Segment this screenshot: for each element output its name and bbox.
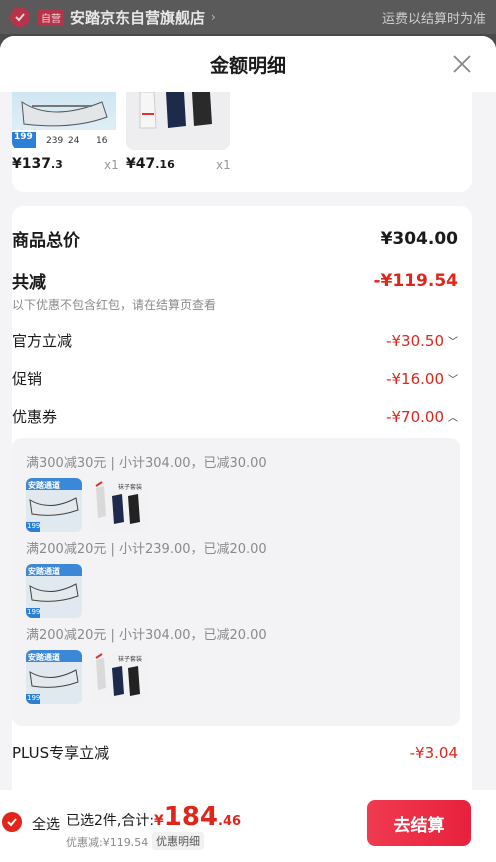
- shoe-num-1: 239: [46, 136, 64, 146]
- promotion-label: 促销: [12, 370, 43, 388]
- shoe-thumb: 安踏通道 199: [26, 564, 82, 618]
- socks-qty: x1: [216, 158, 231, 172]
- discount-detail-button[interactable]: 优惠明细: [152, 832, 204, 850]
- store-name[interactable]: 安踏京东自营旗舰店: [70, 7, 205, 28]
- close-icon[interactable]: [448, 50, 476, 78]
- shoe-thumbnail: 199 239 24 16: [12, 92, 116, 150]
- total-reduce-label: 共减: [12, 273, 46, 293]
- chevron-up-icon: ︿: [448, 413, 458, 424]
- store-arrow-icon: ›: [211, 10, 216, 24]
- total-reduce-row: 共减 -¥119.54: [12, 268, 472, 294]
- total-price: ¥184.46: [154, 802, 242, 832]
- chevron-down-icon: ﹀: [448, 337, 458, 348]
- shoe-qty: x1: [104, 158, 119, 172]
- shoe-price: ¥137.3: [12, 156, 63, 172]
- coupon-3-thumbs: 安踏通道 199 袜子套装: [26, 650, 146, 704]
- official-reduce-row[interactable]: 官方立减 -¥30.50 ﹀: [12, 330, 472, 351]
- coupon-value: -¥70.00 ︿: [386, 407, 458, 426]
- socks-thumb: 袜子套装: [90, 478, 146, 532]
- official-reduce-value: -¥30.50 ﹀: [386, 331, 458, 350]
- chevron-down-icon: ﹀: [448, 375, 458, 386]
- coupon-detail-box: 满300减30元 | 小计304.00，已减30.00 安踏通道 199 袜子套…: [12, 438, 460, 726]
- plus-reduce-value: -¥3.04: [409, 743, 458, 762]
- coupon-line-1: 满300减30元 | 小计304.00，已减30.00: [26, 456, 267, 471]
- shoe-price-tag: 199: [14, 132, 33, 142]
- coupon-2-thumbs: 安踏通道 199: [26, 564, 82, 618]
- product-shoe[interactable]: 199 239 24 16 ¥137.3 x1: [12, 92, 119, 172]
- select-all-check-icon[interactable]: [2, 812, 22, 832]
- coupon-row[interactable]: 优惠券 -¥70.00 ︿: [12, 406, 472, 427]
- select-all-label[interactable]: 全选: [32, 814, 60, 834]
- sheet-header: 金额明细: [0, 36, 496, 92]
- checkout-bar: 全选 已选2件,合计: ¥184.46 优惠减:¥119.54 优惠明细 去结算: [0, 790, 496, 862]
- coupon-1-thumbs: 安踏通道 199 袜子套装: [26, 478, 146, 532]
- total-reduce-value: -¥119.54: [373, 270, 459, 291]
- coupon-label: 优惠券: [12, 408, 58, 426]
- socks-thumb: 袜子套装: [90, 650, 146, 704]
- plus-reduce-label: PLUS专享立减: [12, 744, 110, 762]
- store-check-icon[interactable]: [10, 7, 30, 27]
- sheet-title: 金额明细: [209, 54, 286, 77]
- shoe-thumb: 安踏通道 199: [26, 650, 82, 704]
- promotion-value: -¥16.00 ﹀: [386, 369, 458, 388]
- reduce-note: 以下优惠不包含红包，请在结算页查看: [12, 298, 217, 312]
- coupon-line-2: 满200减20元 | 小计239.00，已减20.00: [26, 542, 267, 557]
- official-reduce-label: 官方立减: [12, 332, 73, 350]
- goods-total-row: 商品总价 ¥304.00: [12, 226, 472, 252]
- self-operated-badge: 自营: [38, 8, 64, 26]
- checkout-button[interactable]: 去结算: [367, 800, 471, 846]
- socks-price: ¥47.16: [126, 156, 175, 172]
- shoe-thumb: 安踏通道 199: [26, 478, 82, 532]
- saved-amount: 优惠减:¥119.54: [66, 836, 149, 849]
- amount-detail-sheet: 金额明细 199 239 24 16 ¥137.3 x1 ¥47.16 x1 商…: [0, 36, 496, 862]
- coupon-line-3: 满200减20元 | 小计304.00，已减20.00: [26, 628, 267, 643]
- goods-total-label: 商品总价: [12, 231, 80, 251]
- promotion-row[interactable]: 促销 -¥16.00 ﹀: [12, 368, 472, 389]
- selected-count: 已选2件,合计:: [66, 813, 155, 829]
- price-detail-card: 商品总价 ¥304.00 共减 -¥119.54 以下优惠不包含红包，请在结算页…: [12, 206, 472, 826]
- goods-total-value: ¥304.00: [380, 228, 458, 249]
- socks-thumbnail: [126, 92, 230, 150]
- store-header: 自营 安踏京东自营旗舰店 › 运费以结算时为准: [0, 0, 496, 34]
- product-socks[interactable]: ¥47.16 x1: [126, 92, 231, 172]
- shoe-num-2: 24: [68, 136, 80, 146]
- shoe-num-3: 16: [96, 136, 108, 146]
- plus-reduce-row: PLUS专享立减 -¥3.04: [12, 742, 472, 763]
- shipping-note: 运费以结算时为准: [381, 11, 486, 27]
- product-card: 199 239 24 16 ¥137.3 x1 ¥47.16 x1: [12, 92, 472, 192]
